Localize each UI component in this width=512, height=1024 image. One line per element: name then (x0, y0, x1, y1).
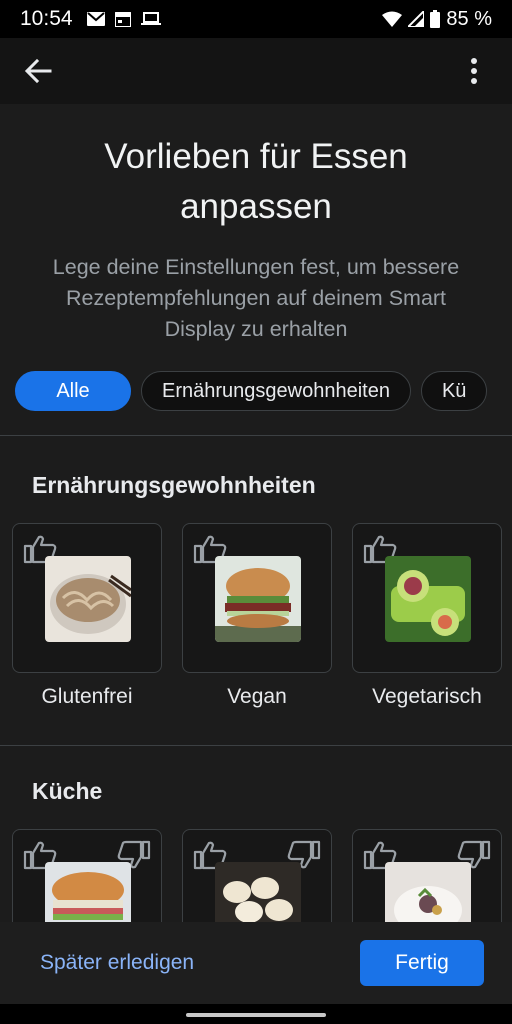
preference-card[interactable] (12, 523, 162, 673)
bottom-action-bar: Später erledigen Fertig (0, 922, 512, 1004)
calendar-icon (114, 11, 131, 27)
app-bar (0, 38, 512, 104)
battery-percent: 85 % (446, 7, 492, 30)
noodle-bowl-image (45, 556, 131, 642)
page-subtitle: Lege deine Einstellungen fest, um besser… (52, 255, 460, 341)
arrow-back-icon (24, 57, 52, 85)
dumplings-image (215, 862, 301, 922)
gmail-icon (86, 12, 105, 26)
preference-card[interactable] (352, 523, 502, 673)
later-button[interactable]: Später erledigen (40, 951, 194, 975)
done-button[interactable]: Fertig (360, 940, 484, 986)
system-icons: 85 % (382, 8, 492, 31)
back-button[interactable] (18, 51, 58, 91)
green-wrap-image (385, 556, 471, 642)
card-vegan: Vegan (182, 523, 332, 709)
more-vert-icon (470, 57, 478, 85)
card-cuisine-1 (12, 829, 162, 922)
navigation-bar (0, 1004, 512, 1024)
more-options-button[interactable] (454, 51, 494, 91)
card-label: Vegan (227, 685, 287, 708)
battery-icon (430, 10, 441, 28)
divider (0, 745, 512, 746)
card-cuisine-2 (182, 829, 332, 922)
card-glutenfrei: Glutenfrei (12, 523, 162, 709)
card-cuisine-3 (352, 829, 502, 922)
signal-icon (408, 11, 425, 27)
home-gesture-handle[interactable] (186, 1013, 326, 1017)
preference-card[interactable] (352, 829, 502, 922)
diet-cards: Glutenfrei Vegan Vegetarisch (0, 523, 512, 709)
plated-dish-image (385, 862, 471, 922)
chip-alle[interactable]: Alle (15, 371, 131, 411)
status-bar: 10:54 85 % (0, 0, 512, 38)
card-label: Vegetarisch (372, 685, 482, 708)
laptop-icon (140, 12, 161, 26)
card-label: Glutenfrei (41, 685, 133, 708)
chip-ernaehrungsgewohnheiten[interactable]: Ernährungsgewohnheiten (141, 371, 411, 411)
preference-card[interactable] (182, 523, 332, 673)
section-title-diet: Ernährungsgewohnheiten (32, 472, 316, 498)
notification-icons (86, 11, 161, 27)
chip-kueche[interactable]: Kü (420, 371, 488, 411)
preference-card[interactable] (182, 829, 332, 922)
page-title: Vorlieben für Essen anpassen (104, 137, 408, 226)
wifi-icon (382, 11, 403, 27)
preference-card[interactable] (12, 829, 162, 922)
status-time: 10:54 (20, 7, 73, 30)
section-title-cuisine: Küche (32, 778, 103, 804)
main-content: Vorlieben für Essen anpassen Lege deine … (0, 104, 512, 922)
veggie-burger-image (215, 556, 301, 642)
filter-chips: Alle Ernährungsgewohnheiten Kü (0, 371, 512, 411)
divider (0, 435, 512, 436)
cuisine-cards (0, 829, 512, 922)
sandwich-image (45, 862, 131, 922)
card-vegetarisch: Vegetarisch (352, 523, 502, 709)
